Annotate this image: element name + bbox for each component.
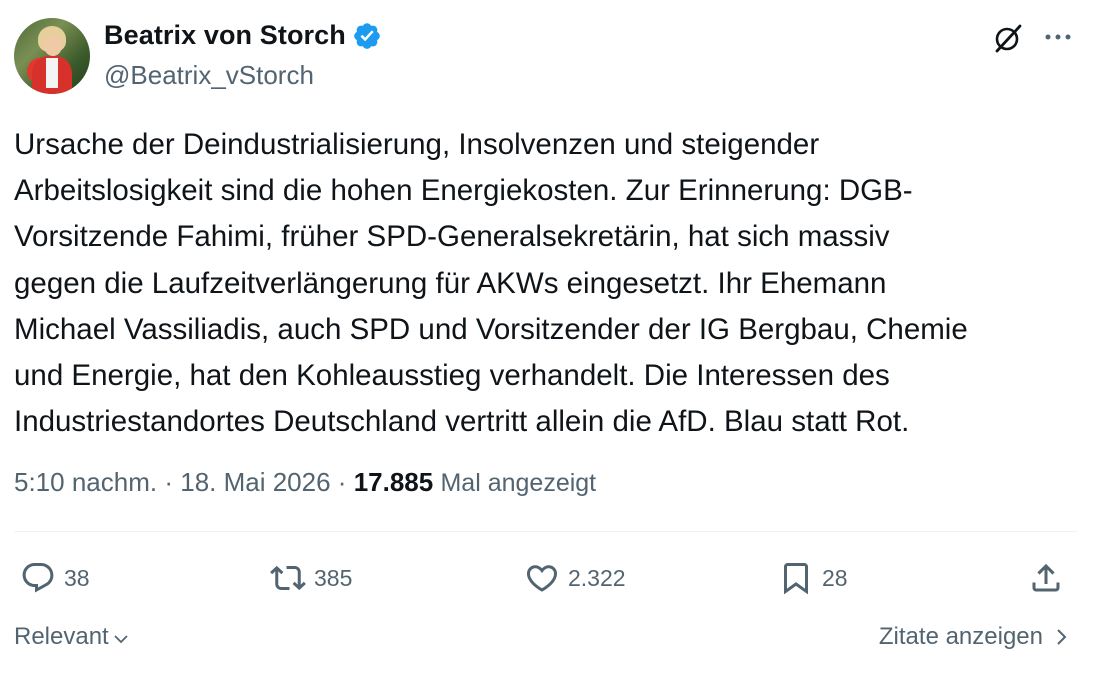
share-button[interactable]	[1028, 560, 1064, 596]
author-handle[interactable]: @Beatrix_vStorch	[104, 60, 314, 91]
reply-button[interactable]: 38	[20, 560, 90, 596]
tweet-text: Ursache der Deindustrialisierung, Insolv…	[14, 128, 968, 439]
chevron-down-icon	[114, 635, 128, 644]
tweet-time[interactable]: 5:10 nachm.	[14, 467, 157, 497]
meta-separator: ·	[164, 467, 173, 497]
more-icon[interactable]	[1040, 22, 1076, 52]
meta-separator: ·	[337, 467, 347, 497]
tweet-date[interactable]: 18. Mai 2026	[180, 467, 330, 497]
like-count: 2.322	[568, 564, 626, 591]
author-avatar[interactable]	[14, 18, 90, 94]
sort-label: Relevant	[14, 623, 109, 650]
share-icon	[1032, 563, 1060, 592]
author-name-row[interactable]: Beatrix von Storch	[104, 20, 382, 51]
sort-replies-dropdown[interactable]: Relevant	[14, 623, 131, 651]
reply-count: 38	[64, 564, 90, 591]
view-quotes-link[interactable]: Zitate anzeigen	[879, 623, 1071, 651]
chevron-right-icon	[1057, 629, 1067, 645]
verified-badge-icon	[354, 22, 380, 49]
reply-icon	[22, 563, 54, 593]
retweet-icon	[270, 565, 306, 591]
like-icon	[526, 565, 558, 592]
bookmark-button[interactable]: 28	[778, 560, 848, 596]
view-quotes-label: Zitate anzeigen	[878, 623, 1043, 650]
bookmark-count: 28	[822, 564, 848, 591]
retweet-count: 385	[314, 564, 353, 591]
bookmark-icon	[784, 563, 808, 595]
like-button[interactable]: 2.322	[524, 560, 626, 596]
tweet-meta: 5:10 nachm. · 18. Mai 2026 · 17.885 Mal …	[14, 467, 596, 498]
view-count[interactable]: 17.885	[354, 467, 434, 497]
grok-icon[interactable]	[990, 20, 1026, 56]
divider	[14, 531, 1077, 532]
view-count-label: Mal angezeigt	[440, 469, 597, 497]
author-name[interactable]: Beatrix von Storch	[104, 20, 346, 51]
retweet-button[interactable]: 385	[270, 560, 352, 596]
